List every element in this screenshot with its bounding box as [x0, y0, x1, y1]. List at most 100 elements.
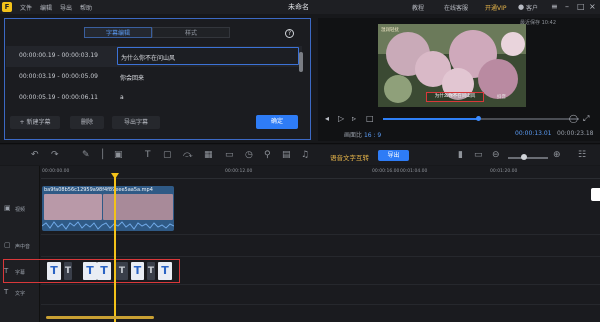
- time-tick: 00:01:20.00: [490, 169, 518, 174]
- time-tick: 00:00:12.00: [225, 169, 253, 174]
- subtitle-row[interactable]: 00:00:05.19 - 00:00:06.11 a: [6, 88, 302, 109]
- settings-icon[interactable]: ≡: [551, 2, 558, 11]
- next-frame-icon[interactable]: ▹: [352, 114, 356, 123]
- subtitle-clip[interactable]: T: [116, 262, 128, 280]
- audio-icon[interactable]: ♫: [301, 150, 309, 160]
- timeline-scrollbar[interactable]: [46, 316, 154, 319]
- track-divider: [41, 234, 600, 235]
- subtitle-row[interactable]: 00:00:00.19 - 00:00:03.19 为什么你不在问山风: [6, 46, 302, 67]
- fit-icon[interactable]: ▭: [474, 150, 483, 160]
- tiktok-tag: 抖音: [497, 95, 506, 100]
- delete-button[interactable]: 删除: [70, 116, 104, 129]
- subtitle-clip[interactable]: T: [97, 262, 111, 280]
- seek-handle[interactable]: [476, 116, 481, 121]
- track-divider: [41, 256, 600, 257]
- confirm-button[interactable]: 确定: [256, 115, 298, 129]
- menu-help[interactable]: 帮助: [80, 3, 92, 12]
- track-label: 视频: [15, 207, 26, 213]
- menu-file[interactable]: 文件: [20, 3, 32, 12]
- edit-icon[interactable]: ✎: [82, 150, 90, 160]
- maximize-icon[interactable]: □: [577, 2, 585, 11]
- speed-icon[interactable]: ◷: [245, 150, 253, 160]
- help-icon[interactable]: ?: [285, 29, 294, 38]
- subtitle-clip[interactable]: T: [83, 262, 97, 280]
- zoom-in-icon[interactable]: ⊕: [553, 150, 561, 160]
- document-title: 未命名: [288, 3, 309, 11]
- audio-track-icon: ▢: [4, 241, 11, 249]
- app-logo: F: [2, 2, 12, 12]
- subtitle-list-scrollbar[interactable]: [299, 52, 303, 72]
- undo-icon[interactable]: ↶: [31, 150, 39, 160]
- rotate-icon[interactable]: ⤼: [183, 150, 193, 160]
- time-tick: 00:00:00.00: [42, 169, 70, 174]
- subtitle-time: 00:00:05.19 - 00:00:06.11: [19, 94, 98, 101]
- seek-progress: [383, 118, 478, 120]
- subtitle-text-input[interactable]: 为什么你不在问山风: [117, 47, 299, 65]
- zoom-out-icon[interactable]: ⊖: [492, 150, 500, 160]
- delete-icon[interactable]: ▣: [114, 150, 123, 160]
- video-track-icon: ▣: [4, 204, 11, 212]
- time-tick: 00:01:04.00: [400, 169, 428, 174]
- subtitle-clip[interactable]: T: [47, 262, 61, 280]
- freeze-icon[interactable]: ▤: [282, 150, 291, 160]
- prev-frame-icon[interactable]: ◂: [325, 114, 329, 123]
- side-float-button[interactable]: [591, 188, 600, 201]
- subtitle-row[interactable]: 00:00:03.19 - 00:00:05.09 你会回来: [6, 67, 302, 88]
- user-label[interactable]: 客户: [526, 3, 538, 12]
- crop-icon[interactable]: ▢: [163, 150, 172, 160]
- subtitle-clip[interactable]: T: [64, 262, 72, 280]
- subtitle-time: 00:00:00.19 - 00:00:03.19: [19, 52, 98, 59]
- menu-edit[interactable]: 编辑: [40, 3, 52, 12]
- video-subtitle-overlay[interactable]: 为什么你不在问山风: [426, 92, 484, 102]
- divider: [0, 143, 600, 144]
- subtitle-time: 00:00:03.19 - 00:00:05.09: [19, 73, 98, 80]
- subtitle-clip[interactable]: T: [158, 262, 172, 280]
- track-label: 文字: [15, 291, 26, 297]
- track-divider: [41, 284, 600, 285]
- edit-toolbar: [0, 145, 600, 165]
- aspect-ratio[interactable]: 画面比 16 : 9: [344, 130, 381, 139]
- clip-thumbnail: [44, 194, 102, 220]
- export-button[interactable]: 导出: [378, 150, 409, 161]
- volume-icon[interactable]: ◯: [569, 114, 578, 123]
- subtitle-text-input[interactable]: 你会回来: [117, 68, 299, 86]
- aspect-ratio-value: 16 : 9: [363, 132, 382, 139]
- subtitle-clip[interactable]: T: [131, 262, 144, 280]
- export-subtitle-button[interactable]: 导出字幕: [112, 116, 160, 129]
- sticker-icon[interactable]: ▭: [225, 150, 234, 160]
- redo-icon[interactable]: ↷: [51, 150, 59, 160]
- tutorial-link[interactable]: 教程: [412, 3, 424, 12]
- text-icon[interactable]: T: [145, 150, 151, 160]
- menu-export[interactable]: 导出: [60, 3, 72, 12]
- zoom-slider[interactable]: [508, 157, 548, 159]
- trim-icon[interactable]: ▮: [458, 150, 463, 160]
- tab-style[interactable]: 样式: [152, 27, 230, 38]
- fullscreen-icon[interactable]: ⤢: [583, 114, 589, 124]
- track-divider: [41, 304, 600, 305]
- zoom-handle[interactable]: [521, 154, 527, 160]
- vip-link[interactable]: 开通VIP: [485, 3, 507, 12]
- new-subtitle-button[interactable]: + 新建字幕: [10, 116, 60, 129]
- subtitle-text-input[interactable]: a: [117, 89, 299, 107]
- mosaic-icon[interactable]: ▦: [204, 150, 213, 160]
- playhead[interactable]: [114, 176, 116, 322]
- total-time: 00:00:23.18: [557, 130, 594, 137]
- close-icon[interactable]: ×: [589, 2, 596, 11]
- play-icon[interactable]: ▷: [338, 114, 344, 123]
- current-time: 00:00:13.01: [515, 130, 552, 137]
- tab-subtitle-edit[interactable]: 字幕编辑: [84, 27, 152, 38]
- subtitle-clip[interactable]: T: [147, 262, 155, 280]
- aspect-ratio-label: 画面比: [344, 132, 363, 139]
- text-track-icon: T: [4, 288, 9, 296]
- minimize-icon[interactable]: –: [565, 2, 569, 11]
- microphone-icon[interactable]: ⚲: [264, 150, 271, 160]
- video-watermark: 湿润轻抚: [381, 28, 399, 33]
- speech-text-convert-button[interactable]: 语音文字互转: [330, 152, 369, 162]
- timeline-ruler[interactable]: [41, 178, 600, 179]
- support-link[interactable]: 在线客服: [444, 3, 468, 12]
- stop-icon[interactable]: □: [366, 114, 374, 123]
- user-icon[interactable]: ●: [518, 3, 524, 11]
- expand-icon[interactable]: ☷: [578, 150, 586, 160]
- split-icon[interactable]: │: [100, 150, 105, 160]
- time-tick: 00:00:16.00: [372, 169, 400, 174]
